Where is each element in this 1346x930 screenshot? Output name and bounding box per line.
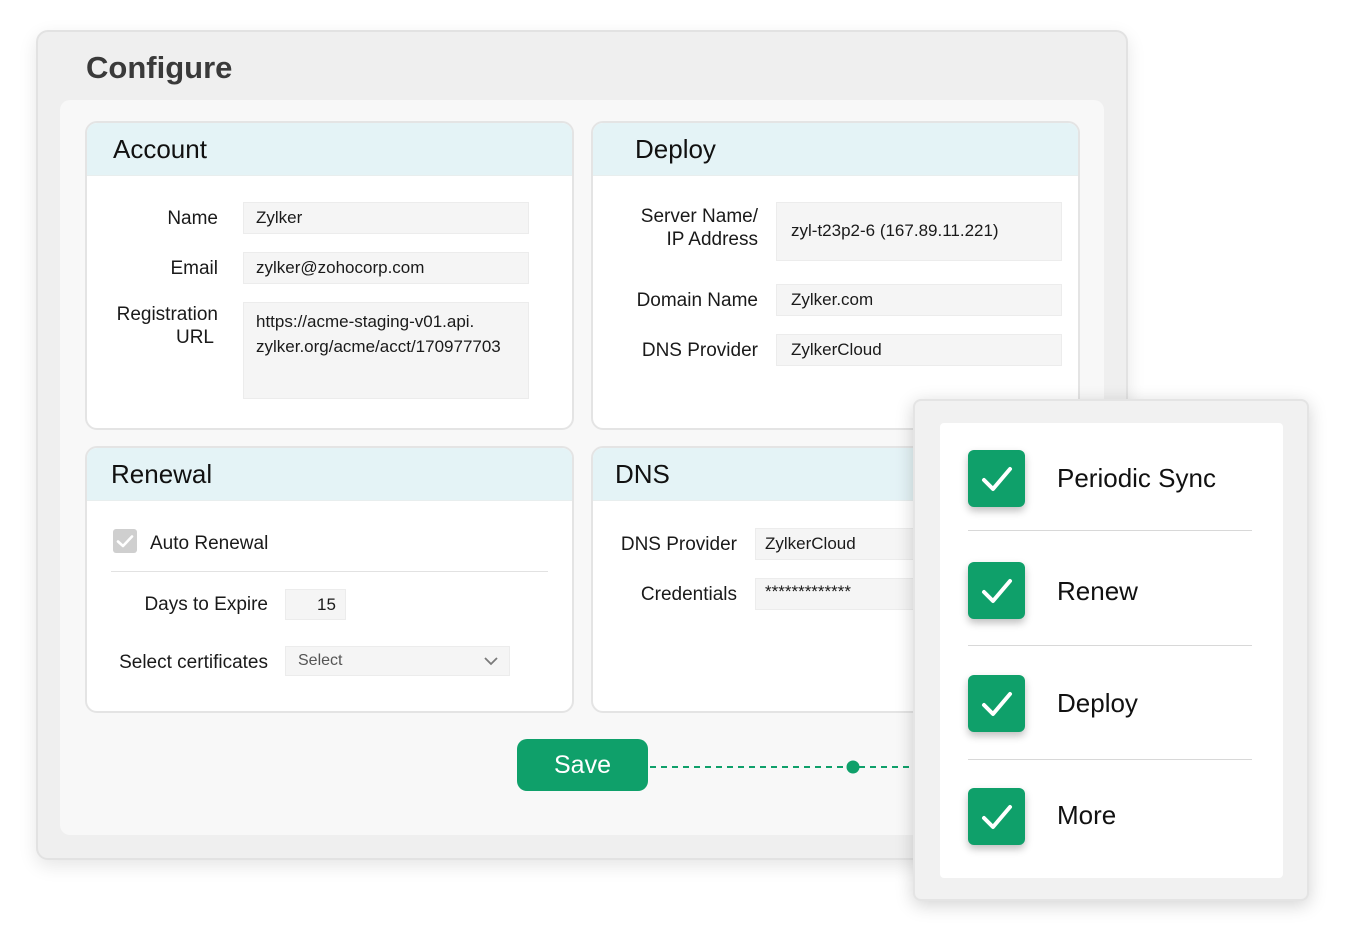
save-button[interactable]: Save [517,739,648,791]
domain-name-label: Domain Name [636,290,758,311]
renew-label: Renew [1057,576,1138,606]
renew-checkbox[interactable] [968,562,1025,619]
deploy-option-label: Deploy [1057,688,1138,718]
email-label: Email [170,258,218,279]
checkmark-icon [116,535,134,548]
credentials-field[interactable]: ************* [755,578,931,610]
registration-url-field[interactable]: https://acme-staging-v01.api. zylker.org… [243,302,529,399]
select-certificates-value: Select [298,652,343,669]
days-to-expire-label: Days to Expire [144,594,268,615]
dns-provider-field[interactable]: ZylkerCloud [755,528,931,560]
days-to-expire-field[interactable]: 15 [285,589,346,620]
server-name-label-line2: IP Address [666,229,758,250]
registration-url-line2: zylker.org/acme/acct/170977703 [256,337,501,356]
deploy-dns-provider-field[interactable]: ZylkerCloud [776,334,1062,366]
option-divider [968,530,1252,531]
checkmark-icon [982,579,1012,603]
more-checkbox[interactable] [968,788,1025,845]
checkmark-icon [982,692,1012,716]
auto-renewal-checkbox[interactable] [113,529,137,553]
registration-url-label-line1: Registration [116,304,218,325]
periodic-sync-label: Periodic Sync [1057,463,1216,493]
deploy-panel: Deploy [591,121,1080,430]
checkmark-icon [982,805,1012,829]
save-connector-line [650,760,938,774]
renewal-divider [111,571,548,572]
select-certificates-label: Select certificates [119,652,268,673]
periodic-sync-checkbox[interactable] [968,450,1025,507]
domain-name-field[interactable]: Zylker.com [776,284,1062,316]
option-divider [968,645,1252,646]
account-panel-title: Account [87,123,572,176]
name-label: Name [167,208,218,229]
auto-renewal-label: Auto Renewal [150,533,269,554]
registration-url-label-line2: URL [175,327,214,348]
server-name-field[interactable]: zyl-t23p2-6 (167.89.11.221) [776,202,1062,261]
more-label: More [1057,800,1117,830]
server-name-label-line1: Server Name/ [640,206,758,227]
deploy-checkbox[interactable] [968,675,1025,732]
page-title: Configure [86,50,233,85]
chevron-down-icon [484,657,498,666]
credentials-label: Credentials [640,584,737,605]
name-field[interactable]: Zylker [243,202,529,234]
renewal-panel-title: Renewal [87,448,572,501]
select-certificates-dropdown[interactable]: Select [285,646,510,676]
email-field[interactable]: zylker@zohocorp.com [243,252,529,284]
registration-url-line1: https://acme-staging-v01.api. [256,312,475,331]
dns-provider-label: DNS Provider [620,534,737,555]
checkmark-icon [982,467,1012,491]
option-divider [968,759,1252,760]
deploy-dns-provider-label: DNS Provider [641,340,758,361]
deploy-panel-title: Deploy [593,123,1078,176]
